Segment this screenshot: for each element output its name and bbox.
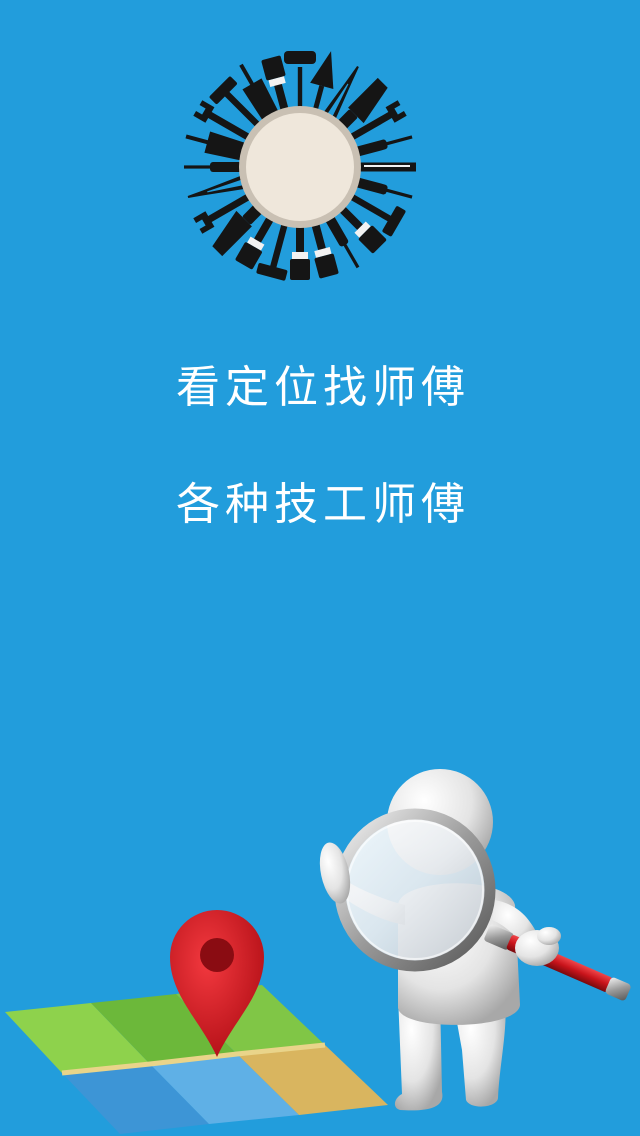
- splash-artwork: [5, 47, 631, 1134]
- logo-plate: [246, 113, 354, 221]
- ruler-icon: [358, 162, 416, 172]
- figure-thumb-right: [537, 927, 561, 945]
- splash-screen: { "screen": { "background_color": "#229d…: [0, 0, 640, 1136]
- screwdriver-icon: [354, 132, 414, 157]
- paint-roller-icon: [284, 51, 316, 109]
- tools-circle-icon: [183, 47, 416, 281]
- brush-icon: [290, 225, 310, 280]
- screwdriver-icon: [184, 162, 242, 172]
- tagline-secondary: 各种技工师傅: [176, 479, 470, 530]
- screwdriver-icon: [354, 177, 414, 202]
- tagline-primary: 看定位找师傅: [176, 362, 470, 413]
- pin-dot: [200, 938, 234, 972]
- figure-with-magnifier-icon: [319, 769, 631, 1111]
